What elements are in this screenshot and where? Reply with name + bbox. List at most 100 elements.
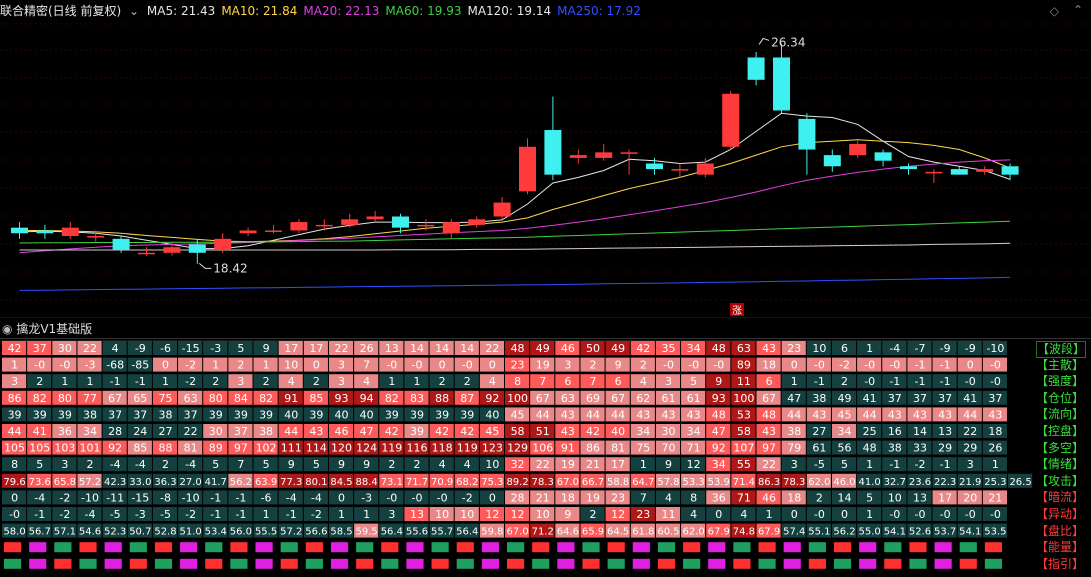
indicator-label: 【攻击】 [1036, 473, 1085, 488]
grid-cell: 14 [404, 341, 429, 355]
grid-value: -1 [235, 508, 246, 521]
grid-cell: 40 [354, 407, 379, 422]
candle[interactable] [265, 224, 282, 234]
candle[interactable] [569, 149, 587, 164]
stock-title[interactable]: 联合精密(日线 前复权) [0, 4, 121, 18]
candle[interactable] [722, 90, 740, 150]
grid-cell: 42 [454, 424, 479, 438]
grid-cell: 85 [303, 390, 328, 405]
grid-cell: 30 [52, 341, 77, 355]
grid-value: 21.9 [959, 477, 981, 488]
candle[interactable] [849, 141, 867, 158]
grid-value: 0 [791, 508, 798, 521]
candle[interactable] [798, 113, 816, 175]
candle[interactable] [595, 143, 613, 161]
chevron-down-icon[interactable]: ⌄ [129, 4, 139, 18]
candle[interactable] [468, 216, 486, 228]
grid-cell: 36 [52, 424, 77, 438]
grid-value: 48 [511, 342, 525, 355]
grid-cell: 64.7 [630, 473, 655, 488]
grid-value: 42 [435, 425, 449, 438]
grid-value: -1 [940, 359, 951, 372]
candle[interactable] [747, 51, 765, 86]
grid-cell: 1 [2, 357, 27, 372]
grid-value: 22 [335, 342, 349, 355]
grid-cell: 65.8 [52, 473, 77, 488]
candle[interactable] [366, 210, 384, 223]
candle[interactable] [36, 224, 54, 239]
grid-value: 7 [539, 375, 546, 388]
grid-value: 2 [212, 375, 219, 388]
candle[interactable] [773, 43, 790, 114]
grid-value: 42 [636, 342, 650, 355]
grid-cell: 92 [706, 440, 731, 455]
candle[interactable] [442, 219, 460, 239]
grid-value: 54.1 [884, 527, 906, 538]
grid-cell: 73.6 [27, 473, 52, 488]
energy-block [984, 542, 1002, 553]
grid-value: 43 [636, 408, 650, 421]
grid-cell: 9 [278, 457, 303, 472]
grid-cell: 9 [253, 341, 278, 355]
grid-cell: 10 [479, 457, 504, 472]
chevron-up-icon[interactable]: ⌃ [1073, 3, 1083, 17]
candle[interactable] [823, 149, 841, 172]
candle[interactable] [696, 157, 714, 178]
energy-block [104, 542, 122, 553]
collapse-icon[interactable]: ◉ [2, 322, 12, 336]
candle[interactable] [138, 247, 155, 256]
grid-cell: 10 [454, 507, 479, 521]
grid-value: 43 [913, 408, 927, 421]
grid-value: 49 [838, 392, 852, 405]
grid-cell: 48 [706, 341, 731, 355]
diamond-icon[interactable]: ◇ [1050, 4, 1059, 18]
grid-value: 1 [866, 458, 873, 471]
grid-cell: 37 [982, 390, 1007, 405]
candle[interactable] [239, 227, 257, 237]
grid-cell: -2 [178, 507, 203, 521]
zhang-badge[interactable]: 涨 [730, 303, 744, 317]
grid-value: 53.3 [682, 477, 704, 488]
energy-block [29, 542, 47, 553]
candle[interactable] [290, 219, 308, 234]
grid-cell: 119 [454, 440, 479, 455]
grid-cell: 56.2 [228, 473, 253, 488]
indicator-title[interactable]: 擒龙V1基础版 [16, 322, 92, 336]
grid-cell: 19 [580, 490, 605, 505]
candle[interactable] [925, 169, 943, 184]
grid-value: 44 [586, 408, 600, 421]
candle[interactable] [11, 222, 28, 239]
grid-value: 21 [586, 458, 600, 471]
grid-value: -0 [864, 359, 875, 372]
grid-value: 89 [209, 442, 223, 455]
grid-value: 123 [482, 442, 503, 455]
grid-cell: 59.8 [479, 523, 504, 538]
grid-cell: 114 [303, 440, 328, 455]
grid-cell: 40 [328, 407, 354, 422]
ma-legend-item: MA120: 19.14 [467, 4, 552, 18]
grid-cell: -1 [228, 507, 253, 521]
candle[interactable] [214, 233, 232, 253]
grid-value: 38 [787, 425, 801, 438]
energy-block [657, 558, 676, 569]
candle[interactable] [900, 163, 917, 175]
grid-cell: 4 [681, 507, 706, 521]
candle[interactable] [61, 222, 79, 239]
candle[interactable] [874, 149, 892, 167]
grid-value: 7 [237, 458, 244, 471]
grid-cell: 6 [831, 341, 857, 355]
grid-value: 57.4 [783, 527, 805, 538]
kline-chart[interactable]: 26.34 18.42 涨 [0, 0, 1091, 318]
candle[interactable] [976, 166, 994, 175]
grid-cell: -0 [806, 357, 831, 372]
candle[interactable] [544, 96, 562, 181]
grid-cell: -3 [203, 341, 228, 355]
grid-value: -4 [185, 458, 196, 471]
candle[interactable] [315, 219, 333, 231]
candle[interactable] [493, 196, 511, 220]
grid-cell: -5 [806, 457, 831, 472]
grid-value: 2 [464, 375, 471, 388]
grid-value: 37 [234, 425, 248, 438]
grid-cell: 29 [932, 440, 957, 455]
candle[interactable] [519, 138, 536, 195]
